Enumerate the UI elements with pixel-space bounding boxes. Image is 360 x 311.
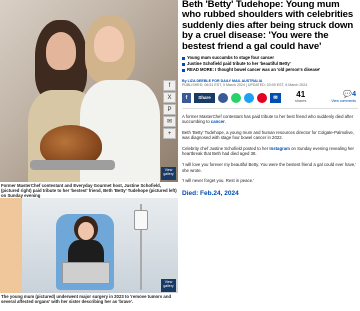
- share-button[interactable]: Share: [194, 92, 215, 103]
- pinterest-icon[interactable]: [257, 92, 267, 103]
- iv-bag: [134, 210, 148, 230]
- shares-number: 41: [296, 89, 306, 99]
- publish-date: PUBLISHED: 06:51 EST, 5 March 2024 | UPD…: [182, 83, 308, 88]
- view-gallery-button-2[interactable]: View gallery: [161, 279, 176, 292]
- cancer-link[interactable]: cancer: [211, 119, 225, 124]
- email-icon[interactable]: ✉: [270, 92, 281, 103]
- bullet-item-read-more[interactable]: READ MORE: I thought bowel cancer was an…: [182, 67, 358, 73]
- patient-face: [78, 222, 94, 240]
- whatsapp-icon[interactable]: [231, 92, 241, 103]
- comments-number: 💬4: [343, 90, 356, 98]
- article-column: Beth 'Betty' Tudehope: Young mum who rub…: [182, 0, 358, 311]
- photo-caption-1: Former MasterChef contestant and Everyda…: [1, 183, 177, 199]
- article-photo-1[interactable]: f X P ✉ + View gallery: [0, 0, 178, 182]
- died-date: Died: Feb.24, 2024: [182, 189, 239, 197]
- woman-right-face: [94, 26, 124, 62]
- shares-count: 41 shares: [295, 89, 307, 103]
- article-headline: Beth 'Betty' Tudehope: Young mum who rub…: [182, 0, 354, 52]
- photo-caption-2: The young mum (pictured) underwent major…: [1, 294, 172, 305]
- bullet-text: Justine Schofield paid tribute to her 'b…: [187, 61, 291, 67]
- comment-icon: 💬: [343, 90, 353, 98]
- more-share-icon[interactable]: +: [163, 128, 176, 139]
- pinterest-share-icon[interactable]: P: [163, 104, 176, 115]
- email-share-icon[interactable]: ✉: [163, 116, 176, 127]
- image-column: f X P ✉ + View gallery Former MasterChef…: [0, 0, 178, 311]
- comments-count[interactable]: 💬4 View comments: [331, 91, 356, 103]
- view-comments-label[interactable]: View comments: [331, 99, 356, 103]
- gallery-label: View gallery: [163, 168, 174, 176]
- facebook-share-icon[interactable]: f: [163, 80, 176, 91]
- paragraph: Beth 'Betty' Tudehope, a young mum and h…: [182, 129, 354, 141]
- view-gallery-button-1[interactable]: View gallery: [161, 167, 176, 180]
- gallery-label: View gallery: [163, 280, 174, 288]
- paragraph: A former MasterChef contestant has paid …: [182, 113, 354, 125]
- messenger-icon[interactable]: [218, 92, 228, 103]
- read-more-label: READ MORE:: [187, 67, 214, 73]
- roasting-tray: [30, 160, 115, 170]
- instagram-link[interactable]: Instagram: [269, 146, 290, 151]
- paragraph: 'I will love you forever my beautiful Be…: [182, 162, 357, 173]
- divider: [182, 107, 358, 109]
- paragraph: Celebrity chef Justine Schofield posted …: [182, 145, 354, 157]
- shares-label: shares: [295, 98, 307, 103]
- paragraph: 'I will never forget you. Rest in peace.…: [182, 178, 255, 184]
- facebook-icon[interactable]: f: [182, 92, 191, 103]
- read-more-link[interactable]: I thought bowel cancer was an 'old perso…: [214, 67, 320, 72]
- article-photo-2[interactable]: View gallery: [0, 198, 178, 293]
- share-bar: f Share ✉ 41 shares 💬4 View comments: [182, 89, 358, 105]
- wall-panel: [0, 198, 22, 293]
- woman-left-face: [46, 32, 76, 70]
- x-share-icon[interactable]: X: [163, 92, 176, 103]
- bullet-text: Young mum succumbs to stage four cancer: [187, 55, 274, 61]
- image-share-icons: f X P ✉ +: [163, 80, 176, 139]
- laptop: [62, 262, 110, 284]
- share-label: Share: [198, 95, 211, 101]
- article-bullets: Young mum succumbs to stage four cancer …: [182, 55, 358, 74]
- twitter-icon[interactable]: [244, 92, 254, 103]
